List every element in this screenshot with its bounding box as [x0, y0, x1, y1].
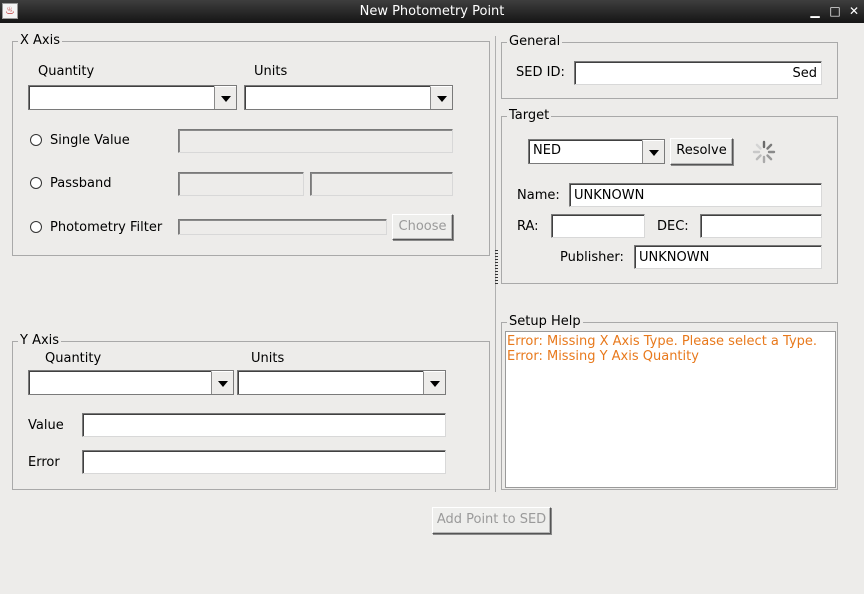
y-error-input[interactable]: [82, 450, 446, 474]
spinner-icon: [752, 140, 776, 164]
resolve-button[interactable]: Resolve: [670, 138, 733, 165]
help-message: Error: Missing Y Axis Quantity: [507, 349, 699, 364]
chevron-down-icon[interactable]: [430, 86, 452, 109]
dec-input[interactable]: [700, 214, 822, 238]
chevron-down-icon[interactable]: [211, 371, 233, 394]
title-bar[interactable]: ♨ New Photometry Point ▁ □ ✕: [0, 0, 864, 23]
general-title: General: [507, 34, 563, 49]
photometry-filter-label: Photometry Filter: [50, 220, 163, 235]
photometry-filter-input[interactable]: [178, 219, 387, 235]
y-quantity-label: Quantity: [45, 351, 102, 366]
resolver-catalog-combo[interactable]: NED: [528, 139, 665, 164]
single-value-input[interactable]: [178, 129, 453, 153]
y-error-label: Error: [28, 455, 60, 470]
ra-label: RA:: [517, 219, 539, 234]
y-units-label: Units: [251, 351, 285, 366]
target-title: Target: [507, 108, 552, 123]
x-axis-title: X Axis: [18, 33, 63, 48]
x-units-combo[interactable]: [244, 85, 453, 110]
name-label: Name:: [517, 188, 560, 203]
passband-max-input[interactable]: [310, 172, 453, 196]
passband-min-input[interactable]: [178, 172, 304, 196]
passband-label: Passband: [50, 176, 112, 191]
y-value-input[interactable]: [82, 413, 446, 437]
y-axis-title: Y Axis: [18, 333, 62, 348]
minimize-icon[interactable]: ▁: [806, 3, 824, 19]
chevron-down-icon[interactable]: [423, 371, 445, 394]
help-message: Error: Missing X Axis Type. Please selec…: [507, 334, 818, 349]
dec-label: DEC:: [657, 219, 689, 234]
name-input[interactable]: [569, 183, 822, 207]
publisher-label: Publisher:: [560, 250, 624, 265]
x-units-label: Units: [254, 64, 288, 79]
maximize-icon[interactable]: □: [826, 3, 844, 19]
resolver-catalog-value: NED: [533, 143, 561, 158]
photometry-filter-radio[interactable]: [30, 221, 42, 233]
sed-id-input[interactable]: [574, 61, 822, 85]
divider-grip[interactable]: [495, 250, 498, 284]
y-units-combo[interactable]: [237, 370, 446, 395]
ra-input[interactable]: [551, 214, 645, 238]
y-value-label: Value: [28, 418, 64, 433]
setup-help-text-area[interactable]: Error: Missing X Axis Type. Please selec…: [505, 331, 836, 488]
chevron-down-icon[interactable]: [642, 140, 664, 163]
sed-id-label: SED ID:: [516, 65, 565, 80]
window-title: New Photometry Point: [359, 4, 505, 19]
passband-radio[interactable]: [30, 177, 42, 189]
single-value-radio[interactable]: [30, 134, 42, 146]
add-point-to-sed-button[interactable]: Add Point to SED: [432, 507, 551, 534]
close-icon[interactable]: ✕: [845, 3, 863, 19]
x-quantity-label: Quantity: [38, 64, 95, 79]
choose-button[interactable]: Choose: [392, 214, 453, 240]
chevron-down-icon[interactable]: [214, 86, 236, 109]
x-quantity-combo[interactable]: [28, 85, 237, 110]
setup-help-title: Setup Help: [507, 314, 583, 329]
single-value-label: Single Value: [50, 133, 130, 148]
y-quantity-combo[interactable]: [28, 370, 234, 395]
publisher-input[interactable]: [634, 245, 822, 269]
